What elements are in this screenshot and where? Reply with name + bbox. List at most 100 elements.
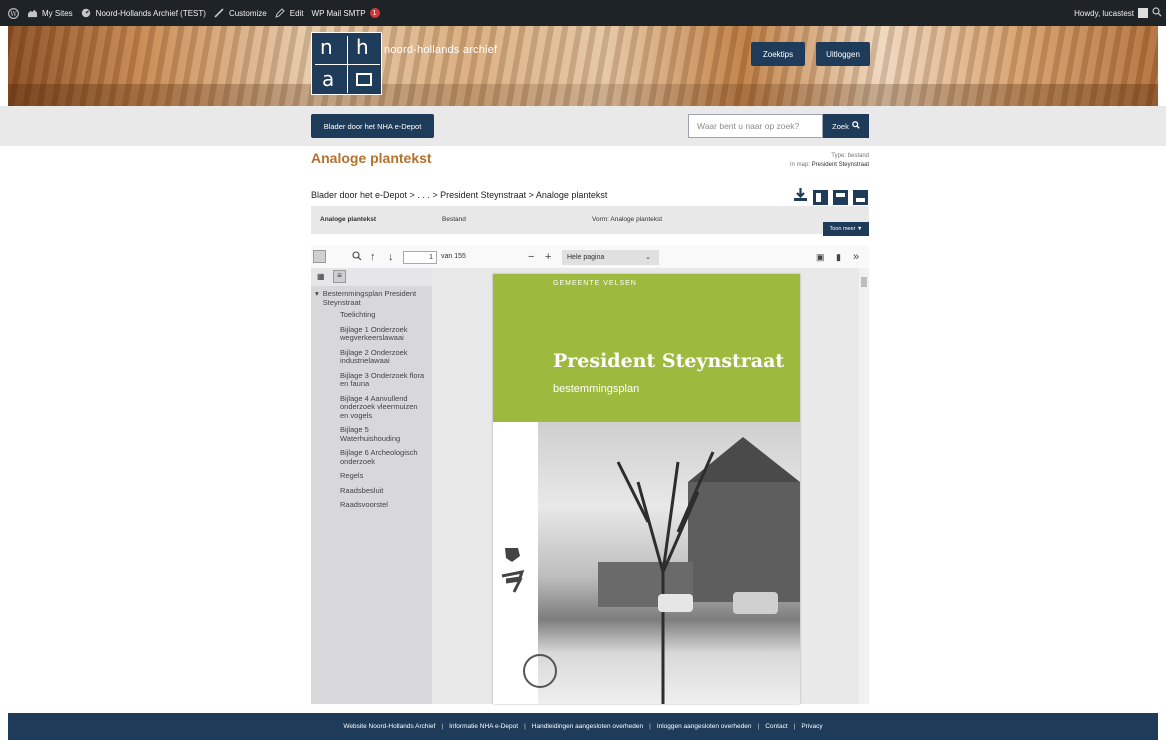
outline-item[interactable]: Bijlage 4 Aanvullend onderzoek vleermuiz… [315, 394, 426, 421]
thumbnails-icon[interactable]: ▦ [317, 272, 325, 281]
record-info-strip: Analoge plantekst Bestand Vorm: Analoge … [311, 206, 869, 234]
find-icon[interactable] [352, 251, 362, 264]
logo-letter-h: h [356, 35, 369, 59]
page-canvas[interactable]: GEMEENTE VELSEN President Steynstraat be… [432, 268, 869, 704]
outline-item[interactable]: Bijlage 2 Onderzoek industrielawaai [315, 348, 426, 366]
logo-letter-n: n [320, 35, 333, 59]
expand-triangle-icon: ▾ [315, 289, 319, 298]
outline-icon[interactable]: ≡ [333, 270, 346, 283]
footer-link-manuals[interactable]: Handleidingen aangesloten overheden [532, 723, 643, 730]
outline-item[interactable]: Regels [315, 471, 426, 481]
search-input[interactable] [695, 120, 822, 132]
next-page-icon[interactable]: ↓ [388, 251, 394, 263]
cover-green-block [493, 274, 800, 422]
zoektips-button[interactable]: Zoektips [751, 42, 805, 66]
search-button[interactable]: Zoek [823, 114, 869, 138]
folder-label: In map: [789, 161, 810, 168]
wordpress-logo-icon[interactable]: W [8, 7, 19, 19]
cover-municipality: GEMEENTE VELSEN [553, 280, 637, 287]
outline-item[interactable]: Bijlage 6 Archeologisch onderzoek [315, 448, 426, 466]
cover-photo [538, 422, 800, 704]
site-name-menu[interactable]: Noord-Hollands Archief (TEST) [81, 8, 206, 19]
pencil-icon [275, 8, 286, 19]
type-value: bestand [847, 153, 869, 159]
magnifier-icon [852, 121, 860, 131]
search-button-label: Zoek [832, 121, 849, 131]
zoom-select[interactable]: Hele pagina ⌄ [562, 250, 659, 265]
footer-link-website[interactable]: Website Noord-Hollands Archief [343, 723, 435, 730]
footer: Website Noord-Hollands Archief | Informat… [8, 713, 1158, 740]
folder-value[interactable]: President Steynstraat [812, 162, 869, 168]
outline-sidebar: ▦ ≡ ▾ Bestemmingsplan President Steynstra… [311, 268, 432, 704]
velsen-emblem-icon [500, 544, 525, 594]
my-sites-label: My Sites [42, 8, 73, 18]
outline-item[interactable]: Raadsbesluit [315, 486, 426, 496]
bookmark-icon[interactable]: ▮ [836, 251, 841, 263]
pdf-viewer: ↑ ↓ 1 van 155 − + Hele pagina ⌄ ▣ ▮ » ▦ … [311, 246, 869, 704]
wp-mail-label: WP Mail SMTP [311, 8, 366, 18]
cover-title: President Steynstraat [553, 350, 785, 372]
page-total: van 155 [441, 253, 466, 260]
footer-link-contact[interactable]: Contact [765, 723, 787, 730]
search-icon[interactable] [1152, 7, 1162, 19]
sidebar-tabs: ▦ ≡ [311, 268, 432, 286]
toggle-sidebar-icon[interactable] [313, 250, 326, 263]
footer-link-privacy[interactable]: Privacy [801, 723, 822, 730]
zoom-in-icon[interactable]: + [545, 251, 551, 263]
admin-bar: W My Sites Noord-Hollands Archief (TEST)… [0, 0, 1166, 26]
layout-sidebar-icon[interactable] [813, 189, 828, 205]
svg-text:W: W [10, 9, 17, 17]
toon-meer-label: Toon meer [829, 226, 856, 232]
breadcrumb[interactable]: Blader door het e-Depot > . . . > Presid… [311, 190, 607, 200]
customize-link[interactable]: Customize [214, 8, 267, 19]
type-label: Type: [831, 153, 846, 159]
layout-bottom-icon[interactable] [853, 189, 868, 205]
layout-top-icon[interactable] [833, 189, 848, 205]
scrollbar-thumb[interactable] [861, 277, 867, 287]
nha-logo[interactable]: n h a [311, 32, 382, 95]
logo-letter-a: a [322, 67, 335, 91]
edit-label: Edit [289, 8, 304, 18]
browse-edepot-button[interactable]: Blader door het NHA e-Depot [311, 114, 434, 138]
outline-root-label: Bestemmingsplan President Steynstraat [322, 289, 417, 307]
viewer-scrollbar[interactable] [859, 268, 869, 704]
outline-item[interactable]: Bijlage 5 Waterhuishouding [315, 425, 426, 443]
outline-item[interactable]: Raadsvoorstel [315, 500, 426, 510]
search-box [688, 114, 823, 138]
info-kind: Bestand [442, 216, 466, 223]
uitloggen-button[interactable]: Uitloggen [816, 42, 870, 66]
wp-mail-smtp-menu[interactable]: WP Mail SMTP 1 [312, 8, 380, 18]
nav-bar: Blader door het NHA e-Depot Zoek [0, 106, 1166, 146]
page-number-input[interactable]: 1 [403, 251, 437, 264]
outline-root[interactable]: ▾ Bestemmingsplan President Steynstraat [315, 289, 426, 307]
avatar[interactable] [1138, 8, 1148, 18]
dashboard-icon [81, 8, 92, 19]
outline-item[interactable]: Bijlage 1 Onderzoek wegverkeerslawaai [315, 325, 426, 343]
document-outline: ▾ Bestemmingsplan President Steynstraat T… [311, 286, 432, 510]
download-icon[interactable] [793, 187, 808, 207]
my-sites-menu[interactable]: My Sites [27, 8, 73, 19]
presentation-mode-icon[interactable]: ▣ [816, 251, 825, 263]
toon-meer-button[interactable]: Toon meer ▼ [823, 222, 869, 236]
record-meta: Type: bestand In map: President Steynstr… [789, 152, 869, 169]
edit-link[interactable]: Edit [275, 8, 304, 19]
page-title: Analoge plantekst [311, 150, 432, 166]
outline-item[interactable]: Bijlage 3 Onderzoek flora en fauna [315, 371, 426, 389]
brand-name: noord-hollands archief [384, 44, 498, 56]
footer-link-login[interactable]: Inloggen aangesloten overheden [657, 723, 752, 730]
viewer-toolbar: ↑ ↓ 1 van 155 − + Hele pagina ⌄ ▣ ▮ » [311, 246, 869, 268]
footer-link-info[interactable]: Informatie NHA e-Depot [449, 723, 518, 730]
previous-page-icon[interactable]: ↑ [370, 251, 376, 263]
document-page: GEMEENTE VELSEN President Steynstraat be… [493, 274, 800, 704]
info-name: Analoge plantekst [320, 216, 376, 223]
howdy-user[interactable]: Howdy, lucastest [1074, 9, 1134, 18]
chevron-down-icon: ⌄ [645, 254, 651, 261]
info-form: Vorm: Analoge plantekst [592, 216, 663, 223]
site-name-label: Noord-Hollands Archief (TEST) [95, 8, 206, 18]
outline-item[interactable]: Toelichting [315, 310, 426, 320]
sites-icon [27, 8, 38, 19]
zoom-out-icon[interactable]: − [528, 251, 534, 263]
municipal-seal-stamp [523, 654, 557, 688]
zoom-value: Hele pagina [567, 254, 605, 261]
tools-menu-icon[interactable]: » [853, 251, 859, 263]
